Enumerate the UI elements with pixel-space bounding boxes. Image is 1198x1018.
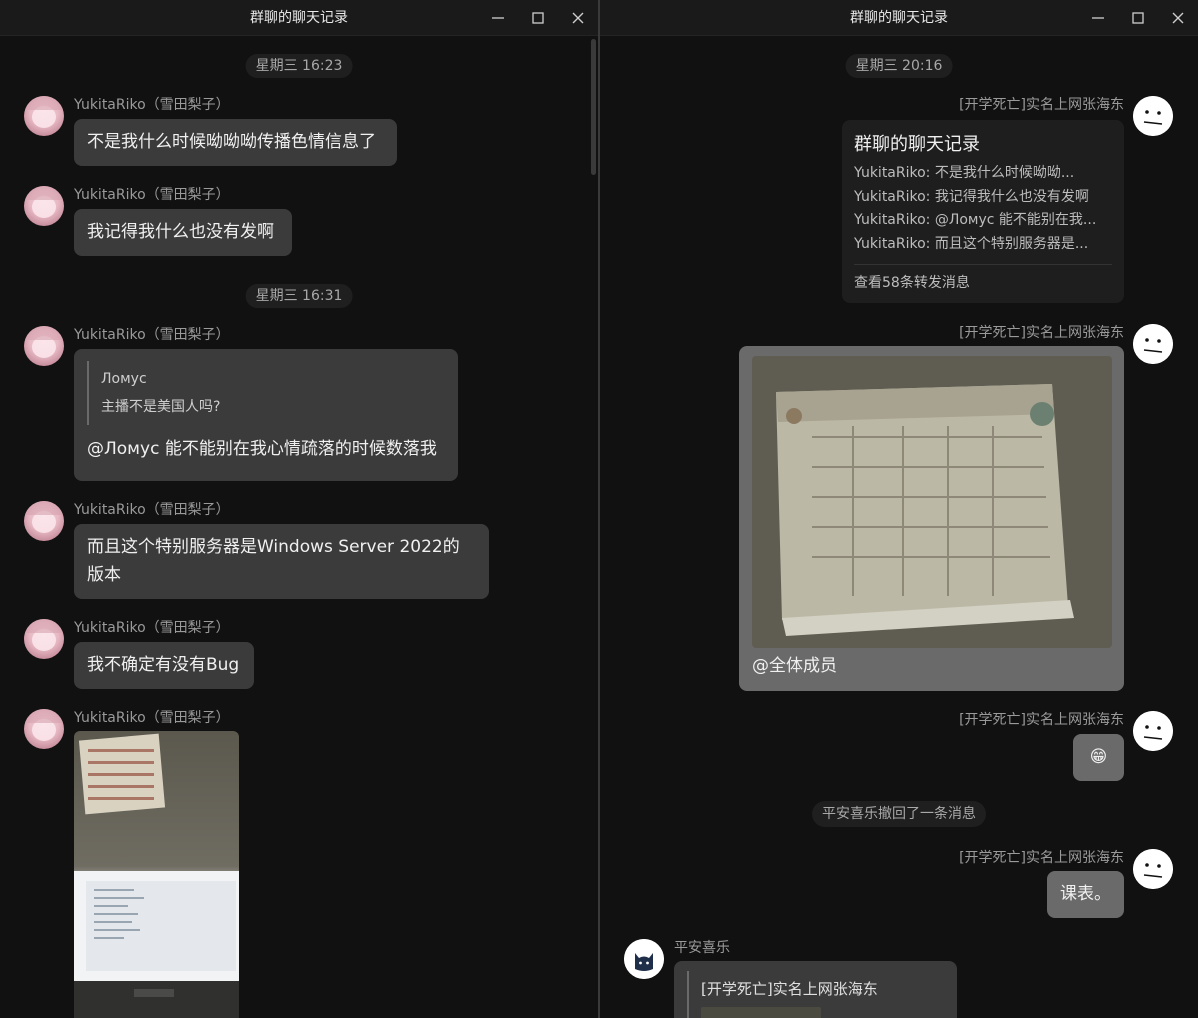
sender-name: YukitaRiko（雪田梨子） xyxy=(74,710,230,726)
avatar[interactable] xyxy=(24,326,64,366)
forward-line: YukitaRiko: 而且这个特别服务器是... xyxy=(854,235,1089,252)
avatar[interactable] xyxy=(24,501,64,541)
image-message-bubble[interactable]: @全体成员 xyxy=(739,346,1124,691)
message-text-line: 而且这个特别服务器是Windows Server 2022的 xyxy=(87,537,460,557)
close-icon[interactable] xyxy=(1166,6,1190,30)
sender-name: YukitaRiko（雪田梨子） xyxy=(74,187,230,203)
timestamp: 星期三 20:16 xyxy=(845,54,953,78)
quote-text: 主播不是美国人吗? xyxy=(101,399,221,415)
minimize-icon[interactable] xyxy=(1086,6,1110,30)
sender-name: YukitaRiko（雪田梨子） xyxy=(74,327,230,343)
reply-message-bubble[interactable]: Ломус 主播不是美国人吗? @Ломус 能不能别在我心情疏落的时候数落我 xyxy=(74,349,458,481)
image-caption: @全体成员 xyxy=(752,656,837,676)
avatar[interactable] xyxy=(1133,324,1173,364)
avatar[interactable] xyxy=(24,619,64,659)
avatar[interactable] xyxy=(24,709,64,749)
timetable-image[interactable] xyxy=(752,356,1112,648)
reply-message-bubble[interactable]: [开学死亡]实名上网张海东 xyxy=(674,961,957,1018)
sender-name: YukitaRiko（雪田梨子） xyxy=(74,502,230,518)
avatar[interactable] xyxy=(24,186,64,226)
message-bubble[interactable]: 不是我什么时候呦呦呦传播色情信息了 xyxy=(74,119,397,166)
message-bubble[interactable]: 而且这个特别服务器是Windows Server 2022的 版本 xyxy=(74,524,489,599)
meh-face-icon xyxy=(1133,324,1173,364)
meh-face-icon xyxy=(1133,96,1173,136)
scrollbar-thumb[interactable] xyxy=(591,39,596,175)
view-forward-link[interactable]: 查看58条转发消息 xyxy=(854,271,1112,295)
message-list[interactable]: 星期三 16:23 YukitaRiko（雪田梨子） 不是我什么时候呦呦呦传播色… xyxy=(0,36,598,1018)
minimize-icon[interactable] xyxy=(486,6,510,30)
quote-image-thumbnail xyxy=(701,1007,821,1018)
cat-icon xyxy=(624,939,664,979)
meh-face-icon xyxy=(1133,849,1173,889)
left-chat-window: 群聊的聊天记录 星期三 16:23 YukitaRiko（雪田梨子） 不是我什么… xyxy=(0,0,598,1018)
timetable-photo xyxy=(752,356,1112,648)
forward-title: 群聊的聊天记录 xyxy=(854,134,980,155)
reply-quote[interactable]: Ломус 主播不是美国人吗? xyxy=(87,361,445,425)
title-bar[interactable]: 群聊的聊天记录 xyxy=(0,0,598,36)
sender-name: YukitaRiko（雪田梨子） xyxy=(74,97,230,113)
maximize-icon[interactable] xyxy=(1126,6,1150,30)
sender-name: [开学死亡]实名上网张海东 xyxy=(959,325,1124,341)
message-list[interactable]: 星期三 20:16 [开学死亡]实名上网张海东 群聊的聊天记录 YukitaRi… xyxy=(600,36,1198,1018)
avatar[interactable] xyxy=(1133,849,1173,889)
forward-line: YukitaRiko: @Ломус 能不能别在我... xyxy=(854,212,1097,228)
sender-name: YukitaRiko（雪田梨子） xyxy=(74,620,230,636)
recall-notice: 平安喜乐撤回了一条消息 xyxy=(812,801,986,827)
message-bubble[interactable]: 我记得我什么也没有发啊 xyxy=(74,209,292,256)
forward-line: YukitaRiko: 我记得我什么也没有发啊 xyxy=(854,188,1089,205)
photo-message[interactable] xyxy=(74,731,239,1018)
classroom-photo xyxy=(74,731,239,1018)
close-icon[interactable] xyxy=(566,6,590,30)
maximize-icon[interactable] xyxy=(526,6,550,30)
avatar[interactable] xyxy=(624,939,664,979)
title-bar[interactable]: 群聊的聊天记录 xyxy=(600,0,1198,36)
forwarded-chat-card[interactable]: 群聊的聊天记录 YukitaRiko: 不是我什么时候呦呦... YukitaR… xyxy=(842,120,1124,303)
avatar[interactable] xyxy=(24,96,64,136)
reply-quote[interactable]: [开学死亡]实名上网张海东 xyxy=(687,971,944,1018)
emoji-message[interactable]: 😁 xyxy=(1073,734,1124,781)
timestamp: 星期三 16:31 xyxy=(245,284,353,308)
message-text-line: 版本 xyxy=(87,565,121,585)
quote-author: [开学死亡]实名上网张海东 xyxy=(701,980,878,998)
sender-name: 平安喜乐 xyxy=(674,940,730,956)
avatar[interactable] xyxy=(1133,711,1173,751)
scrollbar[interactable] xyxy=(589,36,597,1018)
message-text: @Ломус 能不能别在我心情疏落的时候数落我 xyxy=(87,439,437,459)
timestamp: 星期三 16:23 xyxy=(245,54,353,78)
sender-name: [开学死亡]实名上网张海东 xyxy=(959,850,1124,866)
sender-name: [开学死亡]实名上网张海东 xyxy=(959,712,1124,728)
quote-author: Ломус xyxy=(101,371,147,387)
sender-name: [开学死亡]实名上网张海东 xyxy=(959,97,1124,113)
right-chat-window: 群聊的聊天记录 星期三 20:16 [开学死亡]实名上网张海东 群聊的聊天记录 … xyxy=(600,0,1198,1018)
divider xyxy=(854,264,1112,265)
forward-line: YukitaRiko: 不是我什么时候呦呦... xyxy=(854,165,1075,181)
message-bubble[interactable]: 我不确定有没有Bug xyxy=(74,642,254,689)
meh-face-icon xyxy=(1133,711,1173,751)
message-bubble[interactable]: 课表。 xyxy=(1047,871,1124,918)
avatar[interactable] xyxy=(1133,96,1173,136)
